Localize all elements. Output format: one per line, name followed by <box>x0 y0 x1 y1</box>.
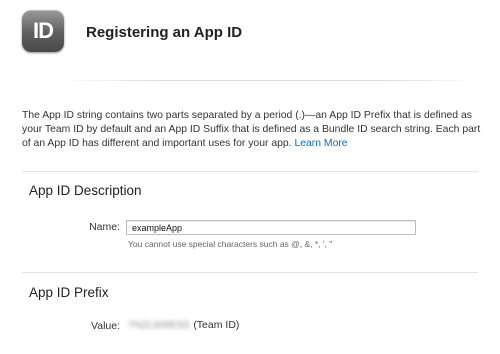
section-divider <box>22 171 478 172</box>
intro-text: The App ID string contains two parts sep… <box>22 110 481 149</box>
section-divider <box>22 272 478 273</box>
header-divider <box>60 80 480 81</box>
intro-paragraph: The App ID string contains two parts sep… <box>22 109 482 151</box>
page-title: Registering an App ID <box>86 24 243 41</box>
app-id-icon: ID <box>22 10 64 52</box>
prefix-value: 7N2L949E93 (Team ID) <box>128 319 239 331</box>
value-label: Value: <box>91 320 120 332</box>
name-label: Name: <box>89 221 120 233</box>
app-id-description-heading: App ID Description <box>29 183 142 198</box>
learn-more-link[interactable]: Learn More <box>294 138 347 149</box>
name-hint: You cannot use special characters such a… <box>128 239 333 249</box>
name-input[interactable] <box>126 220 416 235</box>
redacted-team-id: 7N2L949E93 <box>128 319 190 331</box>
page-header: ID Registering an App ID <box>0 0 500 82</box>
team-id-suffix: (Team ID) <box>193 319 240 331</box>
app-id-prefix-heading: App ID Prefix <box>29 285 109 300</box>
